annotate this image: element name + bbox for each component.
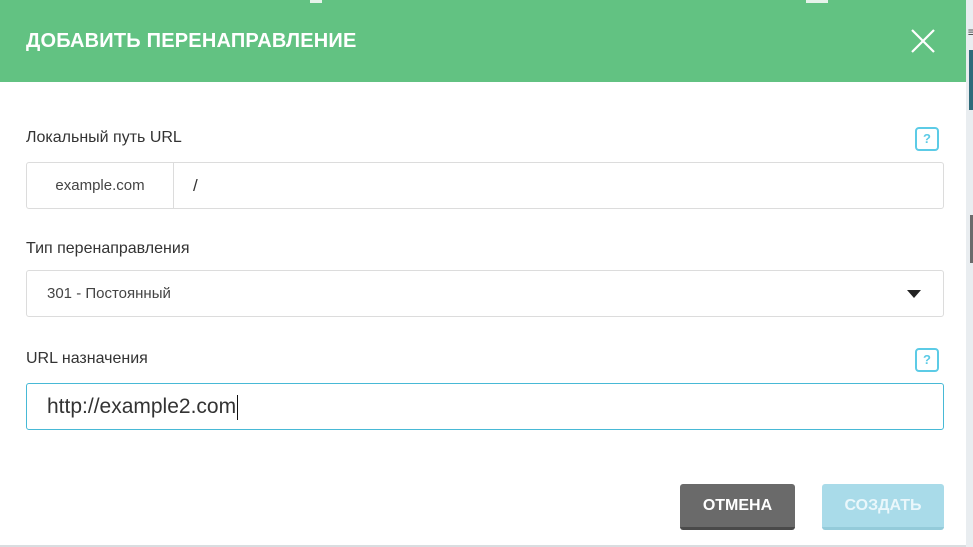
menu-icon: ≡ <box>967 25 973 39</box>
header-decoration <box>806 0 828 3</box>
dialog-title: ДОБАВИТЬ ПЕРЕНАПРАВЛЕНИЕ <box>26 30 357 52</box>
redirect-type-label: Тип перенаправления <box>26 240 190 257</box>
chevron-down-icon <box>907 290 921 298</box>
local-path-field: example.com / <box>26 162 944 209</box>
destination-url-input[interactable]: http://example2.com <box>47 395 236 418</box>
local-path-help-icon[interactable]: ? <box>915 127 939 151</box>
destination-help-icon[interactable]: ? <box>915 348 939 372</box>
redirect-type-selected-value: 301 - Постоянный <box>47 285 171 302</box>
background-panel <box>969 50 973 110</box>
local-path-label: Локальный путь URL <box>26 129 182 146</box>
destination-url-label: URL назначения <box>26 350 148 367</box>
close-button[interactable] <box>906 24 940 58</box>
destination-url-field[interactable]: http://example2.com <box>26 383 944 430</box>
domain-prefix: example.com <box>27 163 174 208</box>
destination-url-input-wrap: http://example2.com <box>47 384 239 429</box>
cancel-button[interactable]: ОТМЕНА <box>680 484 795 530</box>
header-decoration <box>310 0 322 3</box>
text-cursor <box>237 394 239 420</box>
add-redirect-dialog: ДОБАВИТЬ ПЕРЕНАПРАВЛЕНИЕ Локальный путь … <box>0 0 966 547</box>
local-path-input[interactable]: / <box>193 163 198 208</box>
dialog-header: ДОБАВИТЬ ПЕРЕНАПРАВЛЕНИЕ <box>0 0 966 82</box>
create-button[interactable]: СОЗДАТЬ <box>822 484 944 530</box>
page: ≡ ДОБАВИТЬ ПЕРЕНАПРАВЛЕНИЕ Локальный пут… <box>0 0 973 547</box>
redirect-type-select[interactable]: 301 - Постоянный <box>26 270 944 317</box>
background-page-edge: ≡ <box>966 0 973 547</box>
close-x-icon <box>911 29 935 53</box>
